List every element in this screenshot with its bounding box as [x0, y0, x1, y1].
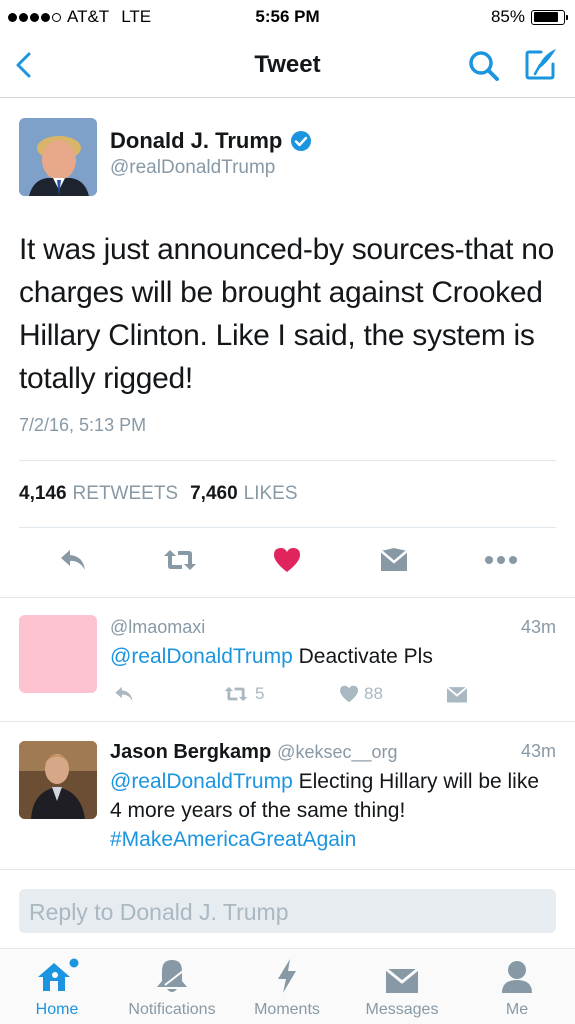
envelope-icon	[342, 957, 462, 995]
tweet-stats: 4,146 RETWEETS 7,460 LIKES	[19, 483, 298, 505]
tab-home[interactable]: Home	[0, 957, 117, 1019]
tab-label: Moments	[254, 1001, 320, 1018]
envelope-icon[interactable]	[445, 684, 469, 704]
reply-handle[interactable]: @lmaomaxi	[110, 617, 205, 637]
reply-avatar[interactable]	[19, 615, 97, 693]
reply-author: Jason Bergkamp @keksec__org	[110, 741, 398, 764]
clock: 5:56 PM	[255, 7, 320, 26]
divider	[0, 869, 575, 870]
tab-me[interactable]: Me	[457, 957, 575, 1019]
retweet-icon	[224, 686, 248, 702]
reply-tweet[interactable]: @lmaomaxi 43m @realDonaldTrump Deactivat…	[0, 598, 575, 721]
author-name-text: Donald J. Trump	[110, 128, 283, 153]
reply-text: @realDonaldTrump Electing Hillary will b…	[110, 767, 550, 854]
divider	[19, 527, 556, 528]
envelope-icon[interactable]	[374, 540, 414, 580]
battery-icon	[531, 9, 568, 25]
reply-body: Deactivate Pls	[292, 645, 433, 668]
reply-author: @lmaomaxi	[110, 617, 205, 638]
tab-messages[interactable]: Messages	[342, 957, 462, 1019]
tab-label: Home	[35, 1001, 79, 1018]
home-icon	[0, 957, 117, 995]
reply-name[interactable]: Jason Bergkamp	[110, 741, 271, 763]
battery-percent: 85%	[490, 7, 525, 26]
navigation-bar: Tweet	[0, 34, 575, 98]
reply-handle[interactable]: @keksec__org	[277, 742, 397, 762]
tab-label: Me	[505, 1001, 529, 1018]
tab-label: Notifications	[128, 1001, 216, 1018]
reply-icon[interactable]	[112, 684, 136, 704]
divider	[19, 460, 556, 461]
like-count[interactable]: 7,460	[190, 483, 238, 505]
tweet-timestamp: 7/2/16, 5:13 PM	[19, 415, 147, 435]
search-icon[interactable]	[466, 48, 502, 84]
reply-icon[interactable]	[53, 540, 93, 580]
mention-link[interactable]: @realDonaldTrump	[110, 645, 293, 668]
verified-badge-icon	[291, 131, 312, 151]
like-heart-icon[interactable]	[267, 540, 307, 580]
retweet-count[interactable]: 4,146	[19, 483, 67, 505]
reply-like-count: 88	[364, 684, 383, 703]
tab-moments[interactable]: Moments	[227, 957, 347, 1019]
reply-time: 43m	[520, 741, 556, 761]
tab-notifications[interactable]: Notifications	[112, 957, 232, 1019]
reply-retweet-count: 5	[255, 684, 265, 703]
hashtag-link[interactable]: #MakeAmericaGreatAgain	[110, 828, 356, 851]
tweet-text: It was just announced-by sources-that no…	[19, 233, 554, 395]
compose-icon[interactable]	[521, 46, 561, 84]
bell-icon	[112, 957, 232, 995]
person-icon	[457, 957, 575, 995]
reply-input[interactable]: Reply to Donald J. Trump	[19, 889, 556, 933]
lightning-icon	[227, 957, 347, 995]
likes-label[interactable]: LIKES	[244, 483, 298, 505]
tab-label: Messages	[365, 1001, 439, 1018]
reply-avatar[interactable]	[19, 741, 97, 819]
tweet-actions	[0, 540, 575, 588]
reply-text: @realDonaldTrump Deactivate Pls	[110, 642, 550, 671]
author-name[interactable]: Donald J. Trump	[110, 128, 312, 154]
retweet-icon[interactable]	[160, 540, 200, 580]
reply-tweet[interactable]: Jason Bergkamp @keksec__org 43m @realDona…	[0, 722, 575, 869]
status-bar: AT&T LTE 5:56 PM 85%	[0, 0, 575, 34]
heart-icon	[340, 685, 358, 703]
mention-link[interactable]: @realDonaldTrump	[110, 770, 293, 793]
like-action[interactable]: 88	[339, 684, 383, 704]
retweet-action[interactable]: 5	[222, 684, 264, 704]
author-handle[interactable]: @realDonaldTrump	[110, 157, 275, 179]
status-right: 85%	[490, 7, 568, 27]
author-avatar[interactable]	[19, 118, 97, 196]
retweets-label[interactable]: RETWEETS	[73, 483, 179, 505]
reply-time: 43m	[520, 617, 556, 637]
tab-bar: Home Notifications Moments Messages Me	[0, 948, 575, 1024]
more-icon[interactable]	[481, 540, 521, 580]
